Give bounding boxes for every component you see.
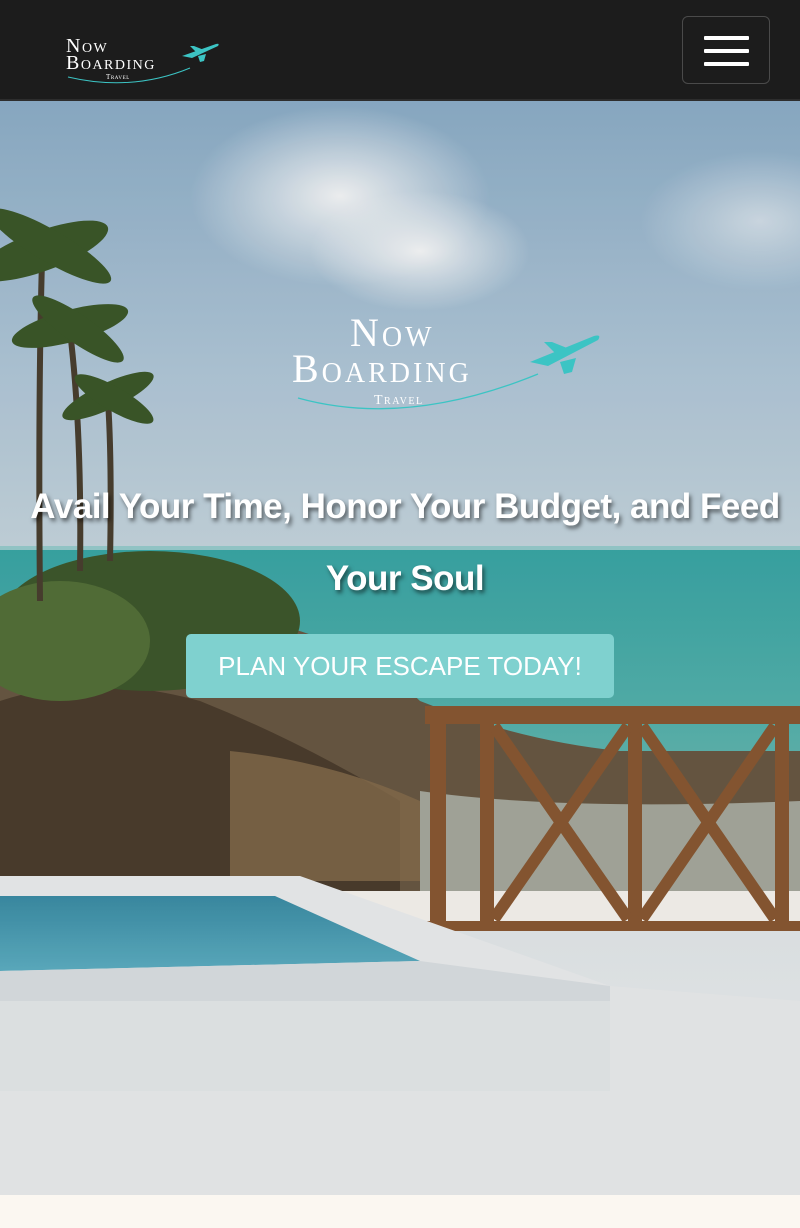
hero-logo-line2: Boarding — [292, 346, 472, 391]
menu-toggle-button[interactable] — [682, 16, 770, 84]
hero-logo-line3: Travel — [374, 393, 424, 408]
plan-escape-button[interactable]: PLAN YOUR ESCAPE TODAY! — [186, 634, 614, 698]
next-section-edge — [0, 1195, 800, 1228]
airplane-icon — [182, 43, 219, 62]
brand-logo-line3: Travel — [106, 73, 130, 81]
brand-logo-line2: Boarding — [66, 52, 156, 74]
navbar: Now Boarding Travel — [0, 0, 800, 101]
hero-brand-logo: Now Boarding Travel — [292, 310, 600, 410]
hero-section: Now Boarding Travel Avail Your Time, Hon… — [0, 101, 800, 1195]
brand-logo: Now Boarding Travel — [66, 35, 219, 84]
hero-headline: Avail Your Time, Honor Your Budget, and … — [30, 487, 780, 598]
airplane-icon — [530, 335, 600, 374]
